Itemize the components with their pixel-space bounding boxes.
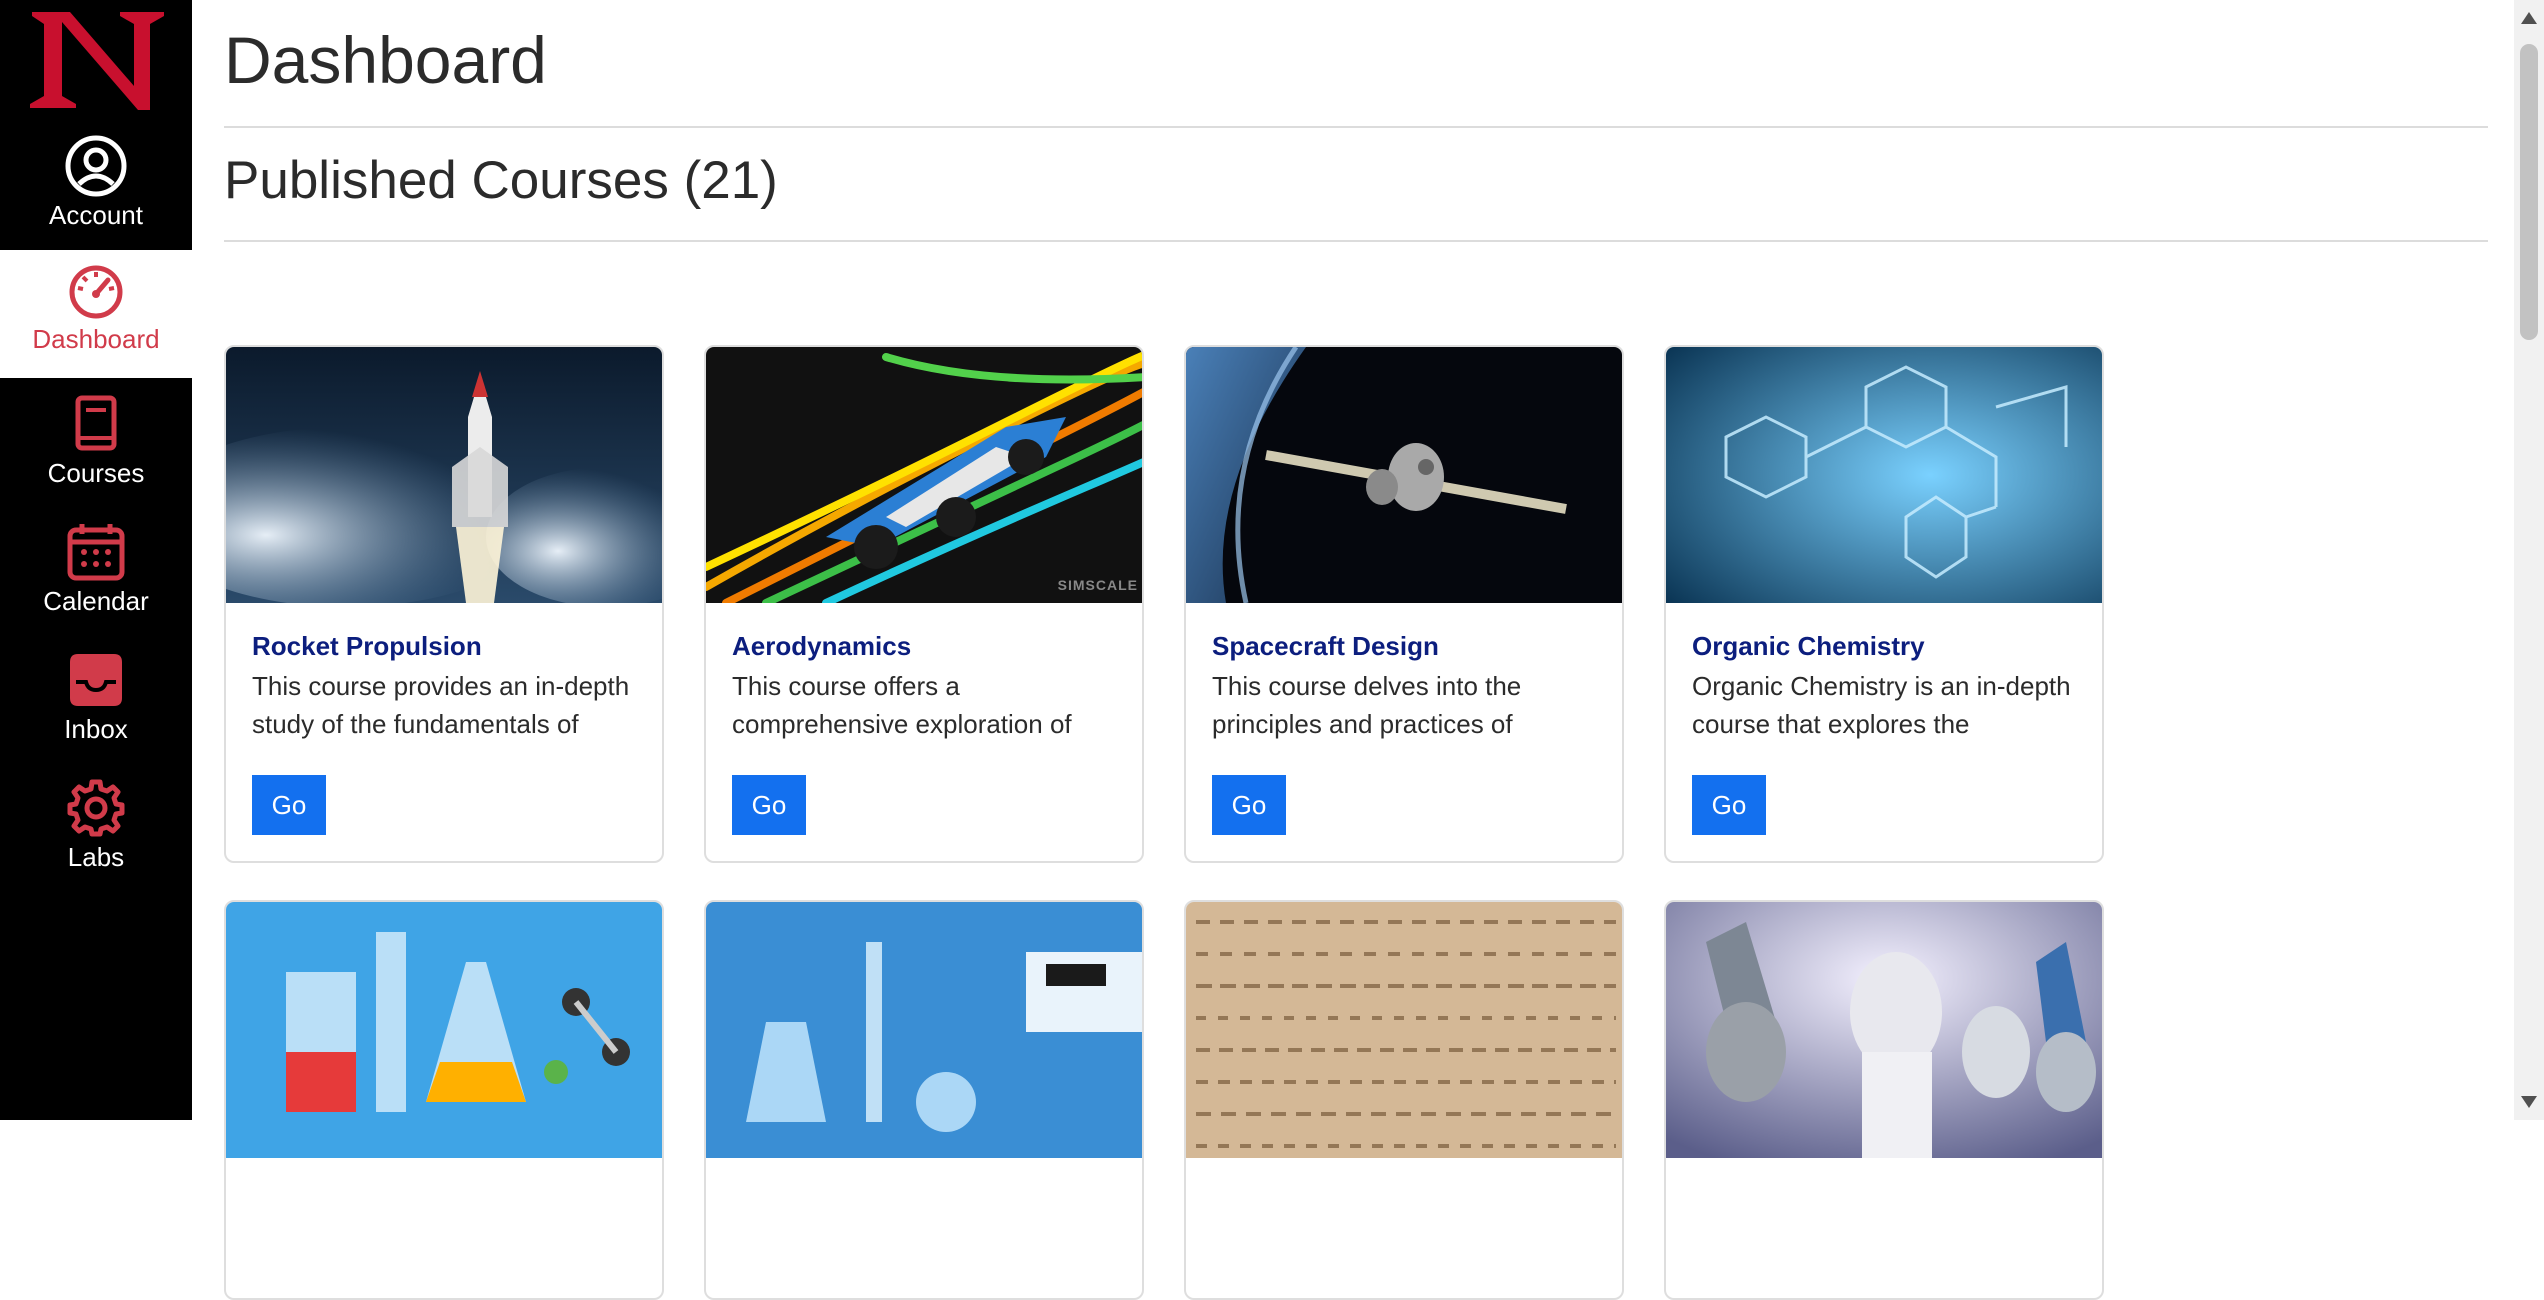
course-title[interactable]: Rocket Propulsion [252, 631, 482, 662]
gear-icon [67, 779, 125, 837]
nav-courses[interactable]: Courses [0, 384, 192, 512]
main-content: Dashboard Published Courses (21) Rocket … [224, 0, 2488, 1300]
nav-dashboard[interactable]: Dashboard [0, 250, 192, 378]
vertical-scrollbar[interactable] [2514, 0, 2544, 1120]
nav-account[interactable]: Account [0, 126, 192, 254]
nav-calendar-label: Calendar [43, 586, 149, 616]
course-image-aerodynamics: SIMSCALE [706, 347, 1142, 603]
inbox-tray-icon [70, 654, 122, 706]
account-circle-icon [65, 135, 127, 197]
page-title: Dashboard [224, 23, 547, 97]
simscale-watermark: SIMSCALE [1057, 577, 1138, 593]
course-title[interactable]: Spacecraft Design [1212, 631, 1439, 662]
nav-account-label: Account [49, 200, 143, 230]
course-description: This course offers a comprehensive explo… [732, 671, 1072, 739]
divider [224, 240, 2488, 242]
go-button[interactable]: Go [1692, 775, 1766, 835]
course-card: Organic Chemistry Organic Chemistry is a… [1664, 345, 2104, 863]
course-description: This course delves into the principles a… [1212, 671, 1522, 739]
course-image-rocket [226, 347, 662, 603]
section-title: Published Courses (21) [224, 151, 778, 210]
course-card [1664, 900, 2104, 1300]
course-title[interactable]: Organic Chemistry [1692, 631, 1925, 662]
sidebar: Account Dashboard Courses Calendar Inbox… [0, 0, 192, 1120]
nav-dashboard-label: Dashboard [32, 324, 160, 354]
book-icon [75, 395, 117, 451]
scroll-down-arrow-icon[interactable] [2521, 1096, 2537, 1108]
go-button[interactable]: Go [1212, 775, 1286, 835]
course-card [1184, 900, 1624, 1300]
nav-labs-label: Labs [67, 842, 125, 872]
course-card [224, 900, 664, 1300]
course-title[interactable]: Aerodynamics [732, 631, 911, 662]
course-card [704, 900, 1144, 1300]
course-description: Organic Chemistry is an in-depth course … [1692, 671, 2071, 739]
nav-courses-label: Courses [47, 458, 145, 488]
scrollbar-thumb[interactable] [2520, 44, 2538, 340]
course-image-spacecraft [1186, 347, 1622, 603]
divider [224, 126, 2488, 128]
nav-calendar[interactable]: Calendar [0, 512, 192, 640]
course-card: SIMSCALE Aerodynamics This course offers… [704, 345, 1144, 863]
nav-labs[interactable]: Labs [0, 768, 192, 896]
calendar-icon [67, 524, 125, 581]
course-description: This course provides an in-depth study o… [252, 671, 630, 739]
university-logo[interactable] [22, 8, 170, 112]
course-card: Spacecraft Design This course delves int… [1184, 345, 1624, 863]
nav-inbox-label: Inbox [64, 714, 128, 744]
scroll-up-arrow-icon[interactable] [2521, 12, 2537, 24]
speedometer-icon [69, 265, 123, 319]
go-button[interactable]: Go [252, 775, 326, 835]
course-image-chemistry [1666, 347, 2102, 603]
course-card: Rocket Propulsion This course provides a… [224, 345, 664, 863]
go-button[interactable]: Go [732, 775, 806, 835]
nav-inbox[interactable]: Inbox [0, 640, 192, 768]
